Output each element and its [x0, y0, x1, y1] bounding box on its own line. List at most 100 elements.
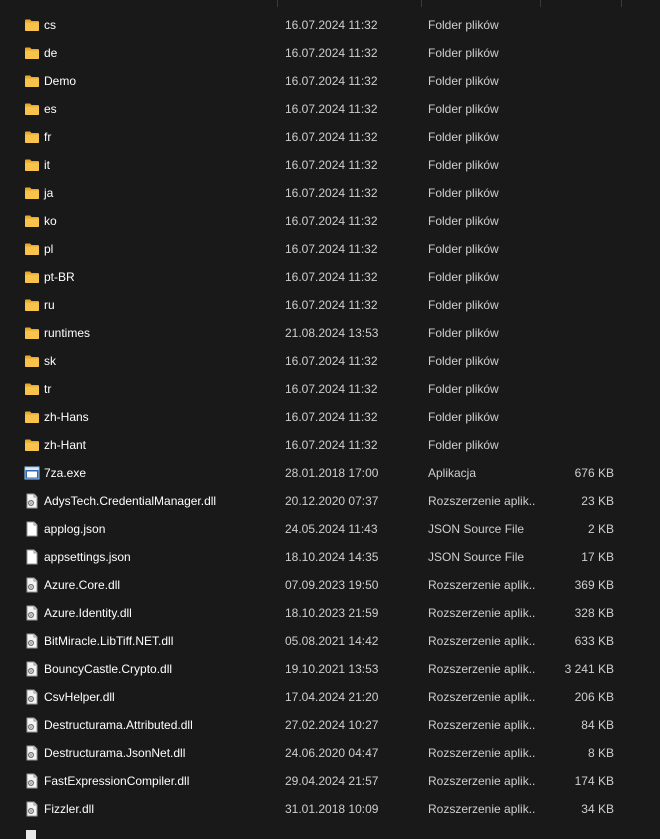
file-type: Folder plików — [428, 130, 499, 144]
folder-icon — [24, 45, 40, 61]
file-row[interactable]: applog.json 24.05.2024 11:43 JSON Source F… — [0, 515, 660, 543]
folder-icon — [24, 101, 40, 117]
file-row[interactable]: Fizzler.dll 31.01.2018 10:09 Rozszerzenie … — [0, 795, 660, 823]
folder-icon — [24, 17, 40, 33]
file-row[interactable]: ko 16.07.2024 11:32 Folder plików — [0, 207, 660, 235]
file-name: ru — [44, 298, 55, 312]
dll-file-icon — [24, 605, 40, 621]
file-modified-date: 18.10.2023 21:59 — [285, 606, 379, 620]
file-row[interactable]: es 16.07.2024 11:32 Folder plików — [0, 95, 660, 123]
file-row[interactable]: BouncyCastle.Crypto.dll 19.10.2021 13:53 R… — [0, 655, 660, 683]
file-type: Rozszerzenie aplik... — [428, 578, 536, 592]
dll-file-icon — [24, 745, 40, 761]
file-name: de — [44, 46, 58, 60]
file-row[interactable]: zh-Hant 16.07.2024 11:32 Folder plików — [0, 431, 660, 459]
file-row[interactable]: Azure.Core.dll 07.09.2023 19:50 Rozszerzen… — [0, 571, 660, 599]
file-row[interactable]: Destructurama.Attributed.dll 27.02.2024 1… — [0, 711, 660, 739]
file-name: zh-Hant — [44, 438, 87, 452]
file-modified-date: 24.05.2024 11:43 — [285, 522, 378, 536]
file-row[interactable]: 7za.exe 28.01.2018 17:00 Aplikacja 676 KB — [0, 459, 660, 487]
file-modified-date: 16.07.2024 11:32 — [285, 74, 378, 88]
file-type: Folder plików — [428, 74, 499, 88]
file-type: Folder plików — [428, 214, 499, 228]
file-name: Azure.Identity.dll — [44, 606, 132, 620]
file-name: pt-BR — [44, 270, 75, 284]
file-type: Folder plików — [428, 158, 499, 172]
file-row[interactable]: Destructurama.JsonNet.dll 24.06.2020 04:4… — [0, 739, 660, 767]
json-file-icon — [24, 521, 40, 537]
file-modified-date: 20.12.2020 07:37 — [285, 494, 379, 508]
file-type: Folder plików — [428, 438, 499, 452]
file-row[interactable]: appsettings.json 18.10.2024 14:35 JSON Sou… — [0, 543, 660, 571]
file-name: Destructurama.Attributed.dll — [44, 718, 193, 732]
file-row[interactable]: ru 16.07.2024 11:32 Folder plików — [0, 291, 660, 319]
file-size: 34 KB — [581, 802, 614, 816]
folder-icon — [24, 409, 40, 425]
file-type: Rozszerzenie aplik... — [428, 718, 536, 732]
file-type: Folder plików — [428, 410, 499, 424]
dll-file-icon — [24, 577, 40, 593]
file-size: 2 KB — [587, 522, 614, 536]
file-row[interactable]: runtimes 21.08.2024 13:53 Folder plików — [0, 319, 660, 347]
file-size: 8 KB — [587, 746, 614, 760]
folder-icon — [24, 241, 40, 257]
file-type: Folder plików — [428, 242, 499, 256]
dll-file-icon — [24, 633, 40, 649]
file-name: appsettings.json — [44, 550, 131, 564]
file-row[interactable]: it 16.07.2024 11:32 Folder plików — [0, 151, 660, 179]
file-row[interactable]: zh-Hans 16.07.2024 11:32 Folder plików — [0, 403, 660, 431]
file-row[interactable]: ja 16.07.2024 11:32 Folder plików — [0, 179, 660, 207]
file-row[interactable]: BitMiracle.LibTiff.NET.dll 05.08.2021 14:… — [0, 627, 660, 655]
file-type: Folder plików — [428, 326, 499, 340]
file-row[interactable]: CsvHelper.dll 17.04.2024 21:20 Rozszerzeni… — [0, 683, 660, 711]
file-list: cs 16.07.2024 11:32 Folder plików de 16.07.2… — [0, 11, 660, 823]
file-row[interactable]: Azure.Identity.dll 18.10.2023 21:59 Rozsze… — [0, 599, 660, 627]
file-modified-date: 16.07.2024 11:32 — [285, 298, 378, 312]
file-type: JSON Source File — [428, 550, 525, 564]
file-row[interactable]: Demo 16.07.2024 11:32 Folder plików — [0, 67, 660, 95]
partially-visible-file-icon — [24, 829, 38, 839]
dll-file-icon — [24, 717, 40, 733]
file-row[interactable]: sk 16.07.2024 11:32 Folder plików — [0, 347, 660, 375]
column-divider[interactable] — [277, 0, 278, 7]
folder-icon — [24, 353, 40, 369]
file-modified-date: 16.07.2024 11:32 — [285, 438, 378, 452]
file-row[interactable]: de 16.07.2024 11:32 Folder plików — [0, 39, 660, 67]
file-name: ja — [44, 186, 54, 200]
file-row[interactable]: tr 16.07.2024 11:32 Folder plików — [0, 375, 660, 403]
column-divider[interactable] — [421, 0, 422, 7]
file-type: Rozszerzenie aplik... — [428, 690, 536, 704]
file-size: 676 KB — [574, 466, 614, 480]
file-type: Folder plików — [428, 46, 499, 60]
file-modified-date: 16.07.2024 11:32 — [285, 214, 378, 228]
file-row[interactable]: AdysTech.CredentialManager.dll 20.12.2020… — [0, 487, 660, 515]
folder-icon — [24, 73, 40, 89]
file-row[interactable]: FastExpressionCompiler.dll 29.04.2024 21:… — [0, 767, 660, 795]
file-row[interactable]: cs 16.07.2024 11:32 Folder plików — [0, 11, 660, 39]
file-size: 174 KB — [574, 774, 614, 788]
column-divider[interactable] — [621, 0, 622, 7]
dll-file-icon — [24, 661, 40, 677]
file-row[interactable]: fr 16.07.2024 11:32 Folder plików — [0, 123, 660, 151]
file-type: Rozszerzenie aplik... — [428, 494, 536, 508]
file-name: Demo — [44, 74, 77, 88]
file-modified-date: 18.10.2024 14:35 — [285, 550, 379, 564]
file-name: tr — [44, 382, 52, 396]
file-name: applog.json — [44, 522, 106, 536]
file-row[interactable]: pt-BR 16.07.2024 11:32 Folder plików — [0, 263, 660, 291]
column-divider[interactable] — [540, 0, 541, 7]
file-name: zh-Hans — [44, 410, 89, 424]
file-size: 3 241 KB — [564, 662, 614, 676]
file-modified-date: 29.04.2024 21:57 — [285, 774, 379, 788]
file-size: 17 KB — [581, 550, 614, 564]
file-name: sk — [44, 354, 56, 368]
file-row[interactable]: pl 16.07.2024 11:32 Folder plików — [0, 235, 660, 263]
file-size: 633 KB — [574, 634, 614, 648]
file-modified-date: 16.07.2024 11:32 — [285, 158, 378, 172]
file-type: Folder plików — [428, 298, 499, 312]
file-modified-date: 16.07.2024 11:32 — [285, 186, 378, 200]
application-icon — [24, 465, 40, 481]
folder-icon — [24, 185, 40, 201]
file-modified-date: 16.07.2024 11:32 — [285, 242, 378, 256]
file-type: Rozszerzenie aplik... — [428, 634, 536, 648]
